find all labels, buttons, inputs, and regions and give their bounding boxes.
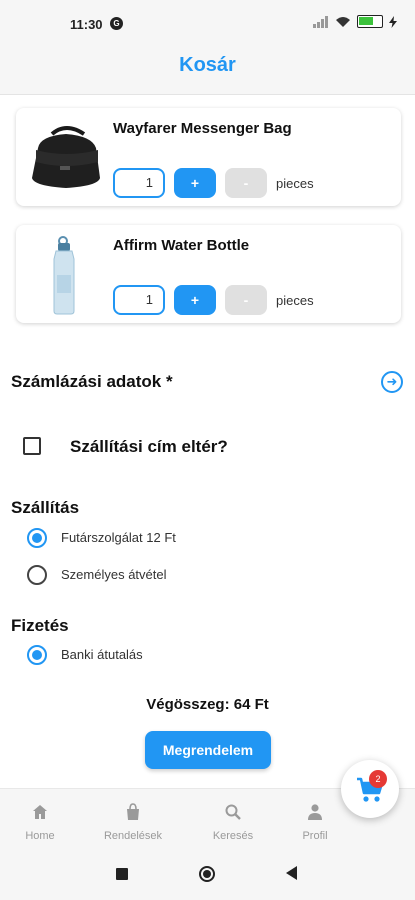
decrease-quantity-button[interactable]: - [225,285,267,315]
nav-item-orders[interactable]: Rendelések [93,803,173,842]
quantity-input[interactable]: 1 [113,168,165,198]
increase-quantity-button[interactable]: + [174,285,216,315]
nav-label: Home [25,830,55,842]
wifi-icon [336,16,350,27]
nav-item-profile[interactable]: Profil [275,803,355,842]
payment-section-title: Fizetés [11,616,69,635]
cart-count-badge: 2 [369,770,387,788]
shipping-option-label: Futárszolgálat 12 Ft [61,530,176,545]
unit-label: pieces [276,293,314,308]
status-icons [313,15,397,28]
total-amount: Végösszeg: 64 Ft [146,696,269,713]
person-icon [308,804,322,820]
notification-icon: G [110,17,123,30]
shipping-option-label: Személyes átvétel [61,567,167,582]
page-title: Kosár [179,54,236,76]
place-order-button[interactable]: Megrendelem [145,731,271,769]
billing-expand-arrow-icon[interactable]: ➜ [381,371,403,393]
product-name: Affirm Water Bottle [113,237,250,254]
messenger-bag-image [32,126,100,188]
increase-quantity-button[interactable]: + [174,168,216,198]
payment-option-label: Banki átutalás [61,647,143,662]
cart-item-card: Wayfarer Messenger Bag 1 + - pieces [16,108,401,206]
charging-icon [389,15,397,28]
shipping-address-label: Szállítási cím eltér? [70,437,228,456]
nav-label: Keresés [212,830,254,842]
shipping-section-title: Szállítás [11,498,80,517]
home-button-icon[interactable] [199,866,215,882]
decrease-quantity-button[interactable]: - [225,168,267,198]
nav-item-search[interactable]: Keresés [193,803,273,842]
back-icon[interactable] [286,866,297,880]
recent-apps-icon[interactable] [116,868,128,880]
bag-icon [127,803,139,820]
nav-label: Rendelések [103,830,163,842]
cart-item-card: Affirm Water Bottle 1 + - pieces [16,225,401,323]
payment-bank-transfer-radio[interactable] [27,645,47,665]
status-bar: 11:30 G [0,0,415,50]
search-icon [225,804,241,820]
home-icon [33,805,47,819]
shipping-courier-radio[interactable] [27,528,47,548]
water-bottle-image [53,236,75,315]
system-navigation-bar [0,848,415,900]
unit-label: pieces [276,176,314,191]
billing-section-title: Számlázási adatok * [11,372,173,391]
quantity-input[interactable]: 1 [113,285,165,315]
battery-icon [357,15,383,28]
status-time: 11:30 [70,17,103,32]
shipping-address-checkbox[interactable] [23,437,41,455]
app-header: Kosár [0,50,415,95]
product-name: Wayfarer Messenger Bag [113,120,292,137]
nav-item-home[interactable]: Home [0,803,80,842]
shipping-pickup-radio[interactable] [27,565,47,585]
cart-button[interactable]: 2 [341,760,399,818]
nav-label: Profil [302,830,328,842]
signal-icon [313,15,328,28]
